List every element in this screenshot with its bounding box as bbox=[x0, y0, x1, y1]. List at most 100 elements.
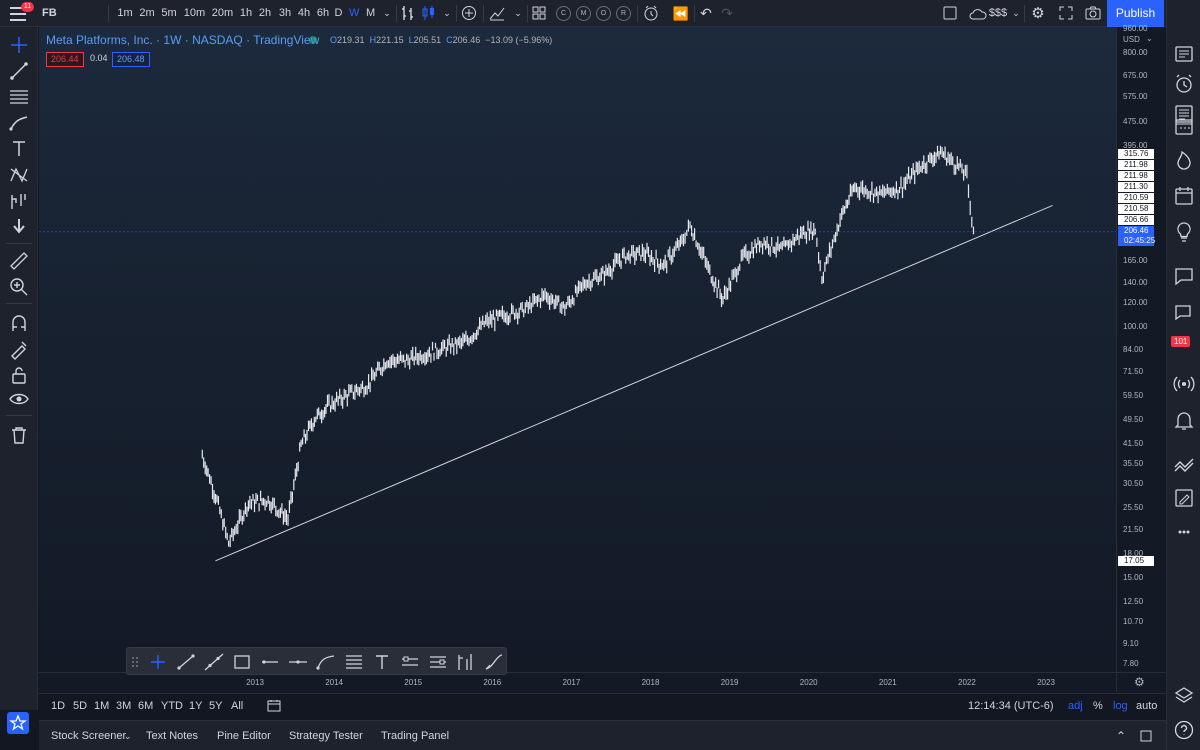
rectangle-icon[interactable] bbox=[230, 650, 254, 674]
chevron-down-icon[interactable]: ⌄ bbox=[1146, 34, 1153, 43]
indicators-icon[interactable] bbox=[488, 0, 506, 27]
trash-icon[interactable] bbox=[7, 423, 31, 447]
chevron-down-icon[interactable]: ⌄ bbox=[512, 0, 524, 27]
interval-6h-button[interactable]: 6h bbox=[315, 0, 331, 27]
range-ytd-button[interactable]: YTD bbox=[161, 694, 183, 718]
add-compare-icon[interactable] bbox=[460, 0, 478, 27]
currency-label[interactable]: USD bbox=[1123, 35, 1140, 44]
drag-handle[interactable] bbox=[131, 656, 139, 668]
clock-timezone[interactable]: 12:14:34 (UTC-6) bbox=[968, 694, 1054, 718]
pencil-notes-icon[interactable] bbox=[1172, 486, 1196, 510]
forecast-icon[interactable] bbox=[454, 650, 478, 674]
keep-drawing-icon[interactable] bbox=[7, 337, 31, 361]
interval-2m-button[interactable]: 2m bbox=[139, 0, 155, 27]
horizontal-line-icon[interactable] bbox=[286, 650, 310, 674]
crosshair-icon[interactable] bbox=[7, 33, 31, 57]
bar-style-icon[interactable] bbox=[400, 0, 416, 27]
chevron-down-icon[interactable]: ⌄ bbox=[441, 0, 453, 27]
ruler-icon[interactable] bbox=[7, 249, 31, 273]
candles-icon[interactable] bbox=[421, 0, 437, 27]
magnet-icon[interactable] bbox=[7, 311, 31, 335]
symbol-search-button[interactable]: FB bbox=[42, 0, 68, 27]
chart-pane[interactable] bbox=[39, 27, 1116, 672]
tab-stock-screener[interactable]: Stock Screener bbox=[51, 721, 126, 750]
price-range-icon[interactable] bbox=[426, 650, 450, 674]
tab-pine-editor[interactable]: Pine Editor bbox=[217, 721, 271, 750]
range-3m-button[interactable]: 3M bbox=[116, 694, 131, 718]
chat-icon[interactable] bbox=[1172, 264, 1196, 288]
extended-line-icon[interactable] bbox=[202, 650, 226, 674]
messages-icon[interactable] bbox=[1172, 300, 1196, 324]
lock-icon[interactable] bbox=[7, 363, 31, 387]
hotlist-fire-icon[interactable] bbox=[1172, 148, 1196, 172]
fullscreen-box-icon[interactable] bbox=[941, 0, 959, 27]
tab-text-notes[interactable]: Text Notes bbox=[146, 721, 198, 750]
interval-10m-button[interactable]: 10m bbox=[183, 0, 206, 27]
parallel-channel-icon[interactable] bbox=[398, 650, 422, 674]
interval-m-button[interactable]: M bbox=[366, 0, 375, 27]
scale-settings[interactable]: ⚙ bbox=[1116, 672, 1165, 692]
interval-5m-button[interactable]: 5m bbox=[161, 0, 177, 27]
curve-icon[interactable] bbox=[314, 650, 338, 674]
tab-strategy-tester[interactable]: Strategy Tester bbox=[289, 721, 363, 750]
range-1y-button[interactable]: 1Y bbox=[189, 694, 202, 718]
chevron-down-icon[interactable]: ⌄ bbox=[1010, 0, 1022, 27]
auto-toggle[interactable]: auto bbox=[1136, 694, 1157, 718]
adj-toggle[interactable]: adj bbox=[1068, 694, 1083, 718]
range-1m-button[interactable]: 1M bbox=[94, 694, 109, 718]
ideas-lightbulb-icon[interactable] bbox=[1172, 220, 1196, 244]
range-all-button[interactable]: All bbox=[231, 694, 243, 718]
chart-circle-m-button[interactable]: M bbox=[576, 6, 591, 21]
chart-circle-r-button[interactable]: R bbox=[616, 6, 631, 21]
layout-grid-icon[interactable] bbox=[531, 0, 547, 27]
crosshair-icon[interactable] bbox=[146, 650, 170, 674]
collapse-panel-icon[interactable]: ⌃ bbox=[1116, 721, 1126, 750]
brush-icon[interactable] bbox=[7, 111, 31, 135]
range-5d-button[interactable]: 5D bbox=[73, 694, 87, 718]
chevron-down-icon[interactable]: ⌄ bbox=[124, 721, 132, 750]
prediction-icon[interactable] bbox=[7, 189, 31, 213]
eye-icon[interactable] bbox=[7, 387, 31, 411]
notifications-bell-icon[interactable] bbox=[1172, 408, 1196, 432]
maximize-panel-icon[interactable] bbox=[1140, 721, 1152, 750]
chart-circle-c-button[interactable]: C bbox=[556, 6, 571, 21]
fib-lines-icon[interactable] bbox=[7, 85, 31, 109]
fib-retracement-icon[interactable] bbox=[342, 650, 366, 674]
alert-clock-icon[interactable] bbox=[642, 0, 660, 27]
arrow-down-icon[interactable] bbox=[7, 215, 31, 239]
range-6m-button[interactable]: 6M bbox=[138, 694, 153, 718]
trend-line-icon[interactable] bbox=[174, 650, 198, 674]
favorites-star-icon[interactable] bbox=[7, 712, 29, 734]
tab-trading-panel[interactable]: Trading Panel bbox=[381, 721, 449, 750]
calendar-list-icon[interactable] bbox=[1172, 114, 1196, 138]
alarm-clock-icon[interactable] bbox=[1172, 72, 1196, 96]
brush-icon[interactable] bbox=[482, 650, 506, 674]
interval-d-button[interactable]: D bbox=[334, 0, 343, 27]
redo-icon[interactable]: ↷ bbox=[719, 0, 735, 27]
price-chart[interactable] bbox=[39, 27, 1116, 672]
interval-3h-button[interactable]: 3h bbox=[277, 0, 293, 27]
interval-w-button[interactable]: W bbox=[349, 0, 359, 27]
interval-1m-button[interactable]: 1m bbox=[117, 0, 133, 27]
chart-circle-o-button[interactable]: O bbox=[596, 6, 611, 21]
interval-1h-button[interactable]: 1h bbox=[238, 0, 254, 27]
broadcast-icon[interactable] bbox=[1172, 372, 1196, 396]
pattern-icon[interactable] bbox=[7, 163, 31, 187]
price-scale[interactable]: USD ⌄ 960.00 800.00 675.00 575.00 475.00 395.… bbox=[1116, 24, 1165, 672]
interval-20m-button[interactable]: 20m bbox=[211, 0, 234, 27]
watchlist-icon[interactable] bbox=[1172, 42, 1196, 66]
text-tool-icon[interactable] bbox=[370, 650, 394, 674]
ask-price-button[interactable]: 206.48 bbox=[112, 52, 150, 67]
replay-icon[interactable]: ⏪ bbox=[672, 0, 690, 27]
zoom-icon[interactable] bbox=[7, 275, 31, 299]
interval-2h-button[interactable]: 2h bbox=[257, 0, 273, 27]
symbol-title[interactable]: Meta Platforms, Inc. bbox=[46, 33, 153, 47]
text-tool-icon[interactable] bbox=[7, 137, 31, 161]
more-dots-icon[interactable] bbox=[1172, 520, 1196, 544]
time-scale[interactable]: 2013 2014 2015 2016 2017 2018 2019 2020 2021 2022… bbox=[39, 672, 1116, 692]
percent-toggle[interactable]: % bbox=[1093, 694, 1103, 718]
trend-line-icon[interactable] bbox=[7, 59, 31, 83]
range-1d-button[interactable]: 1D bbox=[51, 694, 65, 718]
fullscreen-icon[interactable] bbox=[1057, 0, 1075, 27]
currency-label[interactable]: $$$ bbox=[988, 0, 1008, 27]
